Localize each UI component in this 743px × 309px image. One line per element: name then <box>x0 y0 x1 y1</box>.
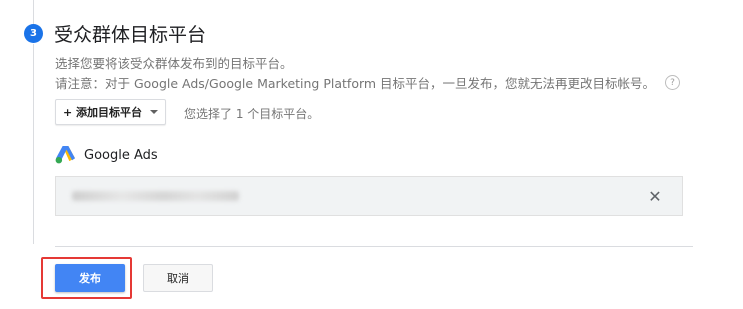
chevron-down-icon <box>150 110 158 114</box>
step-number-badge: 3 <box>24 24 43 43</box>
step-connector-top <box>33 0 34 25</box>
warning-text-row: 请注意：对于 Google Ads/Google Marketing Platf… <box>55 73 681 92</box>
redacted-account-id <box>72 191 239 201</box>
publish-button[interactable]: 发布 <box>55 264 125 292</box>
warning-text: 请注意：对于 Google Ads/Google Marketing Platf… <box>55 76 656 91</box>
help-icon[interactable]: ? <box>665 75 681 90</box>
audience-target-section: 3 受众群体目标平台 选择您要将该受众群体发布到的目标平台。 请注意：对于 Go… <box>0 0 743 309</box>
close-icon[interactable]: ✕ <box>646 187 664 206</box>
selected-count-text: 您选择了 1 个目标平台。 <box>184 107 320 121</box>
selected-account-field: ✕ <box>55 176 683 216</box>
step-connector-bottom <box>33 44 34 244</box>
description-text: 选择您要将该受众群体发布到的目标平台。 <box>55 56 293 71</box>
google-ads-logo-icon <box>55 145 75 164</box>
add-target-dropdown[interactable]: + 添加目标平台 <box>55 99 166 125</box>
platform-name: Google Ads <box>84 148 158 163</box>
add-target-label: + 添加目标平台 <box>63 106 143 119</box>
section-title: 受众群体目标平台 <box>54 24 207 46</box>
cancel-button[interactable]: 取消 <box>143 264 213 292</box>
divider <box>55 246 693 247</box>
